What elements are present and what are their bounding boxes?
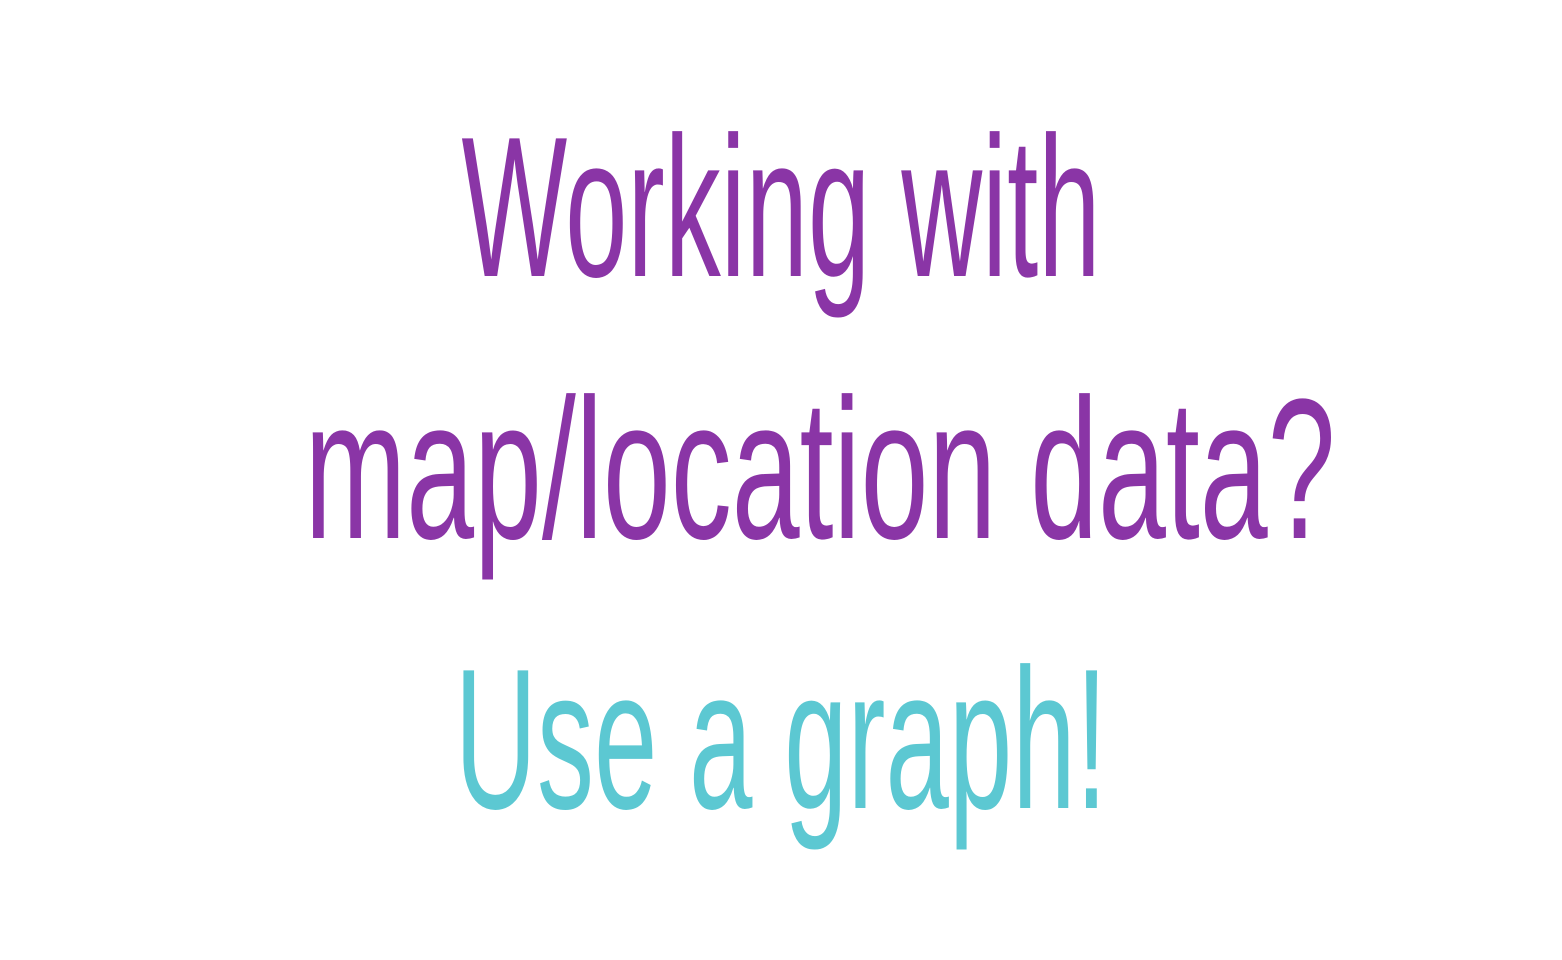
heading-line-working-with: Working with — [461, 96, 1101, 319]
heading-line-use-a-graph: Use a graph! — [454, 628, 1108, 851]
slide: Working with map/location data? Use a gr… — [0, 0, 1562, 960]
heading-line-map-location-data: map/location data? — [304, 358, 1336, 581]
